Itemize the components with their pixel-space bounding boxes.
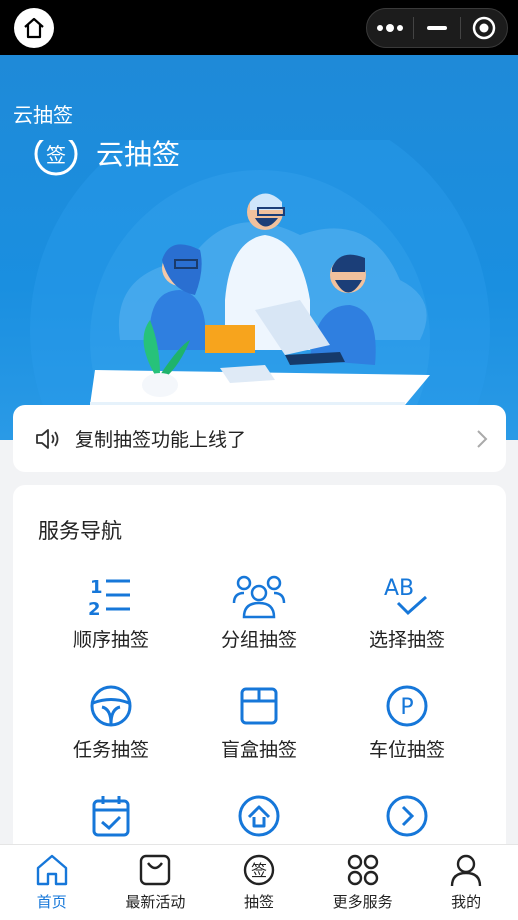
tab-label: 抽签	[243, 893, 274, 911]
tab-label: 最新活动	[125, 893, 186, 911]
logo-mark-glyph: 签	[46, 143, 66, 167]
upload-circle-icon	[238, 795, 280, 837]
draw-seal-icon: 签	[243, 854, 275, 886]
hero-banner: 云抽签 签 云抽签	[0, 55, 518, 440]
tab-mine[interactable]: 我的	[414, 845, 518, 920]
svg-text:2: 2	[88, 599, 101, 619]
logo-wordmark: 云抽签	[96, 140, 180, 171]
tab-draw[interactable]: 签 抽签	[207, 845, 311, 920]
minimize-button[interactable]	[414, 9, 460, 47]
home-icon	[36, 854, 67, 886]
more-dots-icon	[377, 24, 403, 32]
tab-label: 我的	[451, 893, 482, 911]
speaker-icon	[36, 428, 59, 449]
mini-program-topbar	[0, 0, 518, 55]
service-label: 任务抽签	[72, 739, 149, 761]
arrow-right-circle-icon	[386, 795, 428, 837]
service-item-upload[interactable]	[179, 793, 339, 839]
service-item-sequential[interactable]: 1 2 顺序抽签	[31, 573, 191, 652]
group-icon	[232, 575, 286, 619]
service-item-more[interactable]	[327, 793, 487, 839]
service-item-calendar[interactable]	[31, 793, 191, 839]
close-button[interactable]	[461, 9, 507, 47]
steering-wheel-icon	[90, 685, 132, 727]
svg-text:AB: AB	[384, 576, 414, 601]
target-close-icon	[472, 16, 496, 40]
tab-more-services[interactable]: 更多服务	[311, 845, 415, 920]
ab-check-icon: AB	[384, 576, 427, 616]
service-item-parking[interactable]: P 车位抽签	[327, 683, 487, 762]
services-panel: 服务导航 1 2 顺序抽签 分组抽签 AB 选择抽签 任务抽签 盲盒抽签 P 车…	[13, 485, 506, 905]
service-label: 顺序抽签	[72, 629, 149, 651]
parking-icon: P	[386, 685, 428, 727]
svg-text:签: 签	[251, 861, 267, 880]
service-label: 选择抽签	[368, 629, 445, 651]
service-item-group[interactable]: 分组抽签	[179, 573, 339, 652]
service-label: 分组抽签	[220, 629, 297, 651]
service-item-blindbox[interactable]: 盲盒抽签	[179, 683, 339, 762]
box-icon	[240, 687, 278, 725]
notice-text: 复制抽签功能上线了	[75, 429, 247, 451]
tab-label: 更多服务	[332, 893, 393, 911]
svg-text:1: 1	[90, 577, 103, 598]
notice-bar[interactable]: 复制抽签功能上线了	[13, 405, 506, 472]
tab-home[interactable]: 首页	[0, 845, 104, 920]
services-title: 服务导航	[38, 519, 122, 543]
service-label: 盲盒抽签	[220, 739, 297, 761]
service-label: 车位抽签	[368, 739, 445, 761]
home-button[interactable]	[14, 8, 54, 48]
service-item-task[interactable]: 任务抽签	[31, 683, 191, 762]
home-icon	[24, 17, 44, 39]
tab-latest-activity[interactable]: 最新活动	[104, 845, 208, 920]
tab-label: 首页	[36, 893, 67, 911]
bottom-tabbar: 首页 最新活动 签 抽签 更多服务 我的	[0, 844, 518, 920]
hero-illustration: 签 云抽签	[30, 140, 490, 440]
page-title: 云抽签	[13, 103, 73, 127]
apps-icon	[347, 854, 378, 886]
minus-icon	[427, 26, 447, 30]
user-icon	[450, 854, 482, 887]
svg-text:P: P	[400, 695, 413, 720]
ordered-list-icon: 1 2	[88, 577, 130, 619]
bag-icon	[140, 854, 171, 886]
capsule-menu	[366, 8, 508, 48]
more-button[interactable]	[367, 9, 413, 47]
service-item-choose[interactable]: AB 选择抽签	[327, 573, 487, 652]
calendar-check-icon	[92, 796, 130, 837]
chevron-right-icon	[477, 429, 488, 448]
